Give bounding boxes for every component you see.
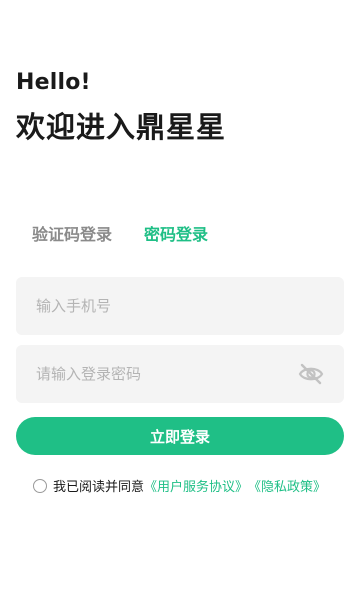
login-screen: Hello! 欢迎进入鼎星星 验证码登录 密码登录 立即登录 我已阅读并同意 《… [0,0,360,607]
tab-sms-login[interactable]: 验证码登录 [32,221,112,245]
service-agreement-link[interactable]: 《用户服务协议》 [144,476,248,495]
login-button[interactable]: 立即登录 [16,417,344,455]
login-tabs: 验证码登录 密码登录 [32,221,208,245]
password-input[interactable] [16,345,286,403]
agreement-prefix: 我已阅读并同意 [53,480,145,495]
privacy-policy-link[interactable]: 《隐私政策》 [248,476,326,495]
tab-password-login[interactable]: 密码登录 [144,221,208,245]
phone-input[interactable] [16,277,286,335]
agree-radio[interactable] [33,478,47,493]
welcome-title: 欢迎进入鼎星星 [16,110,227,144]
password-field [16,345,344,403]
agreement-row: 我已阅读并同意 《用户服务协议》 《隐私政策》 [33,476,326,495]
eye-off-icon[interactable] [298,362,324,386]
phone-field [16,277,344,335]
greeting-title: Hello! [16,70,91,95]
